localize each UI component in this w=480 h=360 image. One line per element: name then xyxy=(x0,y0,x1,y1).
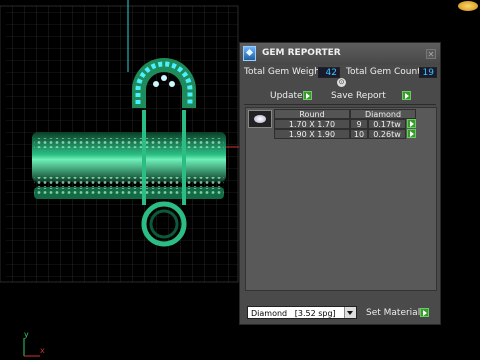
set-material-label[interactable]: Set Material xyxy=(366,307,420,319)
header-material: Diamond xyxy=(350,109,416,119)
total-weight-label: Total Gem Weight xyxy=(244,67,324,77)
panel-title: GEM REPORTER xyxy=(262,48,341,58)
panel-titlebar[interactable]: GEM REPORTER ✕ xyxy=(240,43,440,65)
total-count-value: 19 xyxy=(419,67,437,78)
x-axis-label: x xyxy=(40,346,45,355)
row1-select-button[interactable] xyxy=(407,119,416,128)
chevron-down-icon[interactable] xyxy=(344,307,356,318)
header-cut: Round xyxy=(274,109,350,119)
update-button[interactable] xyxy=(303,91,312,100)
collapse-icon[interactable]: ⊙ xyxy=(337,78,346,87)
row1-weight: 0.17tw xyxy=(368,119,406,129)
gem-reporter-panel: GEM REPORTER ✕ Total Gem Weight 42 Total… xyxy=(239,42,441,325)
save-report-button[interactable] xyxy=(402,91,411,100)
close-icon[interactable]: ✕ xyxy=(426,49,436,59)
material-select-value: Diamond [3.52 spg] xyxy=(251,309,336,318)
row1-size: 1.70 X 1.70 xyxy=(274,119,350,129)
row1-count: 9 xyxy=(350,119,368,129)
row2-size: 1.90 X 1.90 xyxy=(274,129,350,139)
ring-band xyxy=(32,132,226,199)
row2-select-button[interactable] xyxy=(407,129,416,138)
total-count-label: Total Gem Count xyxy=(346,67,421,77)
y-axis-label: y xyxy=(24,330,29,339)
save-report-button-label[interactable]: Save Report xyxy=(331,90,386,102)
material-select[interactable]: Diamond [3.52 spg] xyxy=(247,306,357,319)
round-gem-thumbnail-icon xyxy=(248,110,272,128)
row2-count: 10 xyxy=(350,129,368,139)
app-logo-icon xyxy=(458,1,478,11)
set-material-button[interactable] xyxy=(420,308,429,317)
gem-list[interactable]: Round Diamond 1.70 X 1.70 9 0.17tw 1.90 … xyxy=(245,107,437,291)
total-weight-value: 42 xyxy=(318,67,340,78)
gem-reporter-icon xyxy=(243,46,256,61)
panel-footer: Diamond [3.52 spg] Set Material xyxy=(240,301,440,325)
row2-weight: 0.26tw xyxy=(368,129,406,139)
update-button-label[interactable]: Update xyxy=(270,90,303,102)
